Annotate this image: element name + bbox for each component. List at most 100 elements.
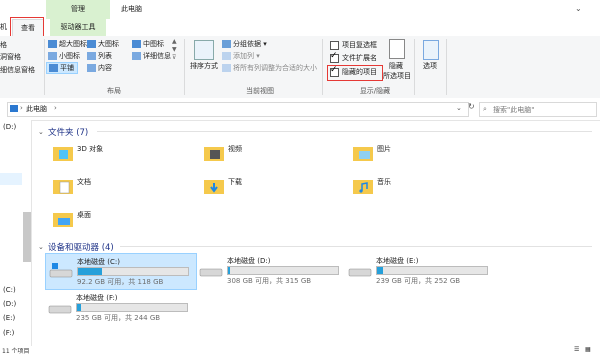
drive-free-space: 235 GB 可用，共 244 GB bbox=[76, 314, 161, 322]
layout-large-icons[interactable]: 大图标 bbox=[87, 39, 119, 49]
folders-header[interactable]: 文件夹 (7) bbox=[48, 126, 88, 138]
windows-drive-icon bbox=[49, 263, 73, 278]
list-icon bbox=[87, 52, 96, 60]
folder-label: 视频 bbox=[228, 145, 242, 153]
drives-header[interactable]: 设备和驱动器 (4) bbox=[48, 241, 114, 253]
this-pc-icon bbox=[10, 105, 18, 112]
group-by-label: 分组依据 bbox=[233, 40, 261, 48]
item-checkbox-toggle[interactable]: 项目复选框 bbox=[330, 40, 377, 50]
layout-item-label: 列表 bbox=[98, 52, 112, 60]
music-icon bbox=[353, 180, 373, 194]
drive-name: 本地磁盘 (D:) bbox=[227, 257, 271, 265]
ribbon-separator bbox=[446, 39, 447, 95]
add-column-button[interactable]: 添加列 ▾ bbox=[222, 51, 260, 61]
manage-context-header: 管理 bbox=[46, 0, 110, 19]
item-checkbox-label: 项目复选框 bbox=[342, 41, 377, 49]
manage-label: 管理 bbox=[71, 5, 85, 13]
file-ext-checkbox[interactable] bbox=[330, 51, 339, 63]
nav-item-drive-e[interactable]: (E:) bbox=[3, 314, 15, 322]
ribbon-separator bbox=[322, 39, 323, 95]
downloads-icon bbox=[204, 180, 224, 194]
nav-item-drive-d-top[interactable]: (D:) bbox=[3, 123, 16, 131]
layout-scroll-arrows[interactable]: ▲ ▼ ⊽ bbox=[172, 38, 177, 62]
drive-usage-bar bbox=[76, 303, 188, 312]
folder-documents[interactable]: 文档 bbox=[52, 176, 172, 200]
layout-item-label: 超大图标 bbox=[59, 40, 87, 48]
address-dropdown-icon[interactable]: ⌄ bbox=[456, 104, 462, 112]
layout-medium-icons[interactable]: 中图标 bbox=[132, 39, 164, 49]
drive-usage-fill bbox=[377, 267, 383, 274]
highlight-box-hidden-items bbox=[327, 65, 383, 81]
folder-pictures[interactable]: 图片 bbox=[352, 143, 472, 167]
file-ext-toggle[interactable]: 文件扩展名 bbox=[330, 51, 377, 63]
fit-columns-label: 将所有列调整为合适的大小 bbox=[233, 64, 317, 72]
drive-e[interactable]: 本地磁盘 (E:) 239 GB 可用，共 252 GB bbox=[345, 253, 495, 288]
pictures-icon bbox=[353, 147, 373, 161]
options-button[interactable]: 选项 bbox=[423, 61, 437, 71]
refresh-icon[interactable]: ↻ bbox=[468, 102, 475, 111]
tab-drive-tools[interactable]: 驱动器工具 bbox=[50, 19, 106, 36]
nav-item-drive-d[interactable]: (D:) bbox=[3, 300, 16, 308]
breadcrumb-chevron-icon[interactable]: › bbox=[54, 104, 57, 112]
documents-icon bbox=[53, 180, 73, 194]
item-checkbox-checkbox[interactable] bbox=[330, 40, 339, 50]
add-column-label: 添加列 bbox=[233, 52, 254, 60]
drive-icon bbox=[48, 305, 72, 314]
folders-divider bbox=[97, 131, 592, 132]
layout-content[interactable]: 内容 bbox=[87, 63, 112, 73]
drive-name: 本地磁盘 (E:) bbox=[376, 257, 419, 265]
group-by-button[interactable]: 分组依据 ▾ bbox=[222, 39, 267, 49]
address-bar[interactable]: › 此电脑 › ⌄ bbox=[7, 102, 469, 117]
current-view-group-label: 当前视图 bbox=[246, 87, 274, 95]
layout-details[interactable]: 详细信息 bbox=[132, 51, 171, 61]
drives-collapse-icon[interactable]: ⌄ bbox=[38, 243, 44, 251]
fit-columns-icon bbox=[222, 64, 231, 72]
folder-downloads[interactable]: 下载 bbox=[203, 176, 323, 200]
3d-objects-icon bbox=[53, 147, 73, 161]
layout-item-label: 内容 bbox=[98, 64, 112, 72]
fit-columns-button[interactable]: 将所有列调整为合适的大小 bbox=[222, 63, 317, 73]
file-ext-label: 文件扩展名 bbox=[342, 54, 377, 62]
tiles-view-icon[interactable]: ▦ bbox=[585, 346, 591, 353]
nav-item-drive-f[interactable]: (F:) bbox=[3, 329, 14, 337]
layout-list[interactable]: 列表 bbox=[87, 51, 112, 61]
nav-scrollbar[interactable] bbox=[23, 212, 31, 262]
breadcrumb-this-pc[interactable]: 此电脑 bbox=[26, 104, 47, 114]
tab-computer[interactable]: 机 bbox=[0, 19, 10, 36]
nav-selected-item[interactable] bbox=[0, 173, 22, 185]
ribbon-separator bbox=[184, 39, 185, 95]
medium-icons-icon bbox=[132, 40, 141, 48]
folder-label: 3D 对象 bbox=[77, 145, 104, 153]
folder-videos[interactable]: 视频 bbox=[203, 143, 323, 167]
sort-by-button[interactable]: 排序方式 bbox=[190, 61, 218, 71]
drive-d[interactable]: 本地磁盘 (D:) 308 GB 可用，共 315 GB bbox=[196, 253, 346, 288]
ribbon-pane-cut-1[interactable]: 格 bbox=[0, 40, 7, 50]
layout-item-label: 小图标 bbox=[59, 52, 80, 60]
folder-music[interactable]: 音乐 bbox=[352, 176, 472, 200]
window-controls[interactable]: ⌄ bbox=[575, 4, 582, 13]
ribbon-pane-cut-2[interactable]: 洞窗格 bbox=[0, 52, 21, 62]
folder-label: 音乐 bbox=[377, 178, 391, 186]
drive-name: 本地磁盘 (F:) bbox=[76, 294, 118, 302]
drive-usage-bar bbox=[376, 266, 488, 275]
drive-f[interactable]: 本地磁盘 (F:) 235 GB 可用，共 244 GB bbox=[45, 290, 195, 325]
hide-button[interactable]: 隐藏 bbox=[389, 61, 403, 71]
ribbon-separator bbox=[414, 39, 415, 95]
layout-item-label: 大图标 bbox=[98, 40, 119, 48]
drives-divider bbox=[120, 246, 592, 247]
nav-item-drive-c[interactable]: (C:) bbox=[3, 286, 16, 294]
show-hide-group-label: 显示/隐藏 bbox=[359, 87, 391, 95]
details-view-icon[interactable]: ☰ bbox=[574, 346, 579, 353]
folders-collapse-icon[interactable]: ⌄ bbox=[38, 128, 44, 136]
layout-tiles[interactable]: 平铺 bbox=[46, 62, 78, 74]
folder-label: 桌面 bbox=[77, 211, 91, 219]
folder-3d-objects[interactable]: 3D 对象 bbox=[52, 143, 172, 167]
ribbon-pane-cut-3[interactable]: 细信息窗格 bbox=[0, 65, 35, 75]
layout-extra-large-icons[interactable]: 超大图标 bbox=[48, 39, 87, 49]
search-input[interactable]: ⌕ 搜索"此电脑" bbox=[479, 102, 597, 117]
status-bar: 11 个项目 ☰ ▦ bbox=[0, 346, 600, 355]
drive-c[interactable]: 本地磁盘 (C:) 92.2 GB 可用，共 118 GB bbox=[45, 253, 197, 290]
layout-small-icons[interactable]: 小图标 bbox=[48, 51, 80, 61]
folder-desktop[interactable]: 桌面 bbox=[52, 209, 172, 233]
drive-usage-fill bbox=[78, 268, 103, 275]
